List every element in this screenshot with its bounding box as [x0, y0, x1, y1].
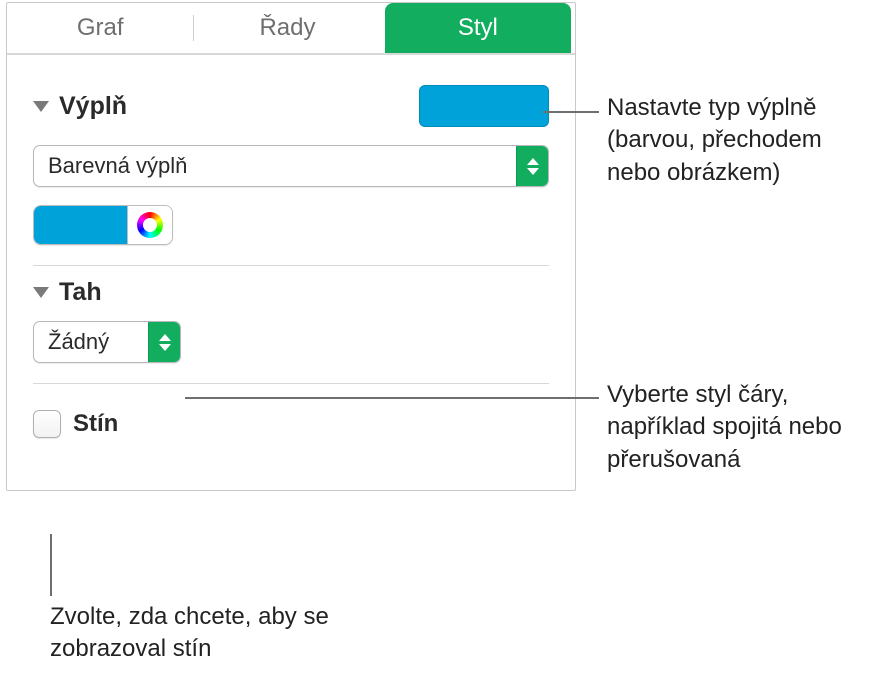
callout-leader [50, 534, 52, 596]
popup-stepper-icon [516, 146, 548, 186]
shadow-checkbox[interactable] [33, 410, 61, 438]
fill-color-swatch[interactable] [34, 206, 128, 244]
inspector-body: Výplň Barevná výplň [7, 55, 575, 490]
stroke-style-popup[interactable]: Žádný [33, 321, 181, 363]
callout-fill: Nastavte typ výplně (barvou, přechodem n… [607, 92, 877, 189]
color-wheel-icon [137, 212, 163, 238]
fill-color-well[interactable] [33, 205, 173, 245]
fill-color-preview[interactable] [419, 85, 549, 127]
stroke-header: Tah [33, 278, 549, 307]
callout-stroke: Vyberte styl čáry, například spojitá neb… [607, 379, 867, 476]
callout-leader [185, 397, 599, 399]
callout-shadow: Zvolte, zda chcete, aby se zobrazoval st… [50, 601, 350, 666]
tab-series-label: Řady [259, 14, 315, 42]
fill-type-label: Barevná výplň [34, 153, 516, 179]
tab-series[interactable]: Řady [194, 3, 380, 53]
tab-chart[interactable]: Graf [7, 3, 193, 53]
fill-title: Výplň [59, 92, 127, 121]
fill-header: Výplň [33, 92, 127, 121]
color-picker-button[interactable] [128, 206, 172, 244]
shadow-label: Stín [73, 410, 118, 438]
tab-chart-label: Graf [77, 14, 124, 42]
tab-style-label: Styl [458, 14, 498, 42]
stroke-title: Tah [59, 278, 102, 307]
popup-stepper-icon [148, 322, 180, 362]
chevron-down-icon[interactable] [33, 101, 49, 112]
fill-section: Výplň Barevná výplň [33, 73, 549, 265]
stroke-style-label: Žádný [34, 329, 148, 355]
chevron-down-icon[interactable] [33, 287, 49, 298]
tab-style[interactable]: Styl [385, 3, 571, 53]
inspector-tabs: Graf Řady Styl [7, 3, 575, 55]
fill-type-popup[interactable]: Barevná výplň [33, 145, 549, 187]
style-inspector-panel: Graf Řady Styl Výplň Barevná výplň [6, 2, 576, 491]
stroke-section: Tah Žádný [33, 265, 549, 383]
callout-leader [543, 111, 599, 113]
